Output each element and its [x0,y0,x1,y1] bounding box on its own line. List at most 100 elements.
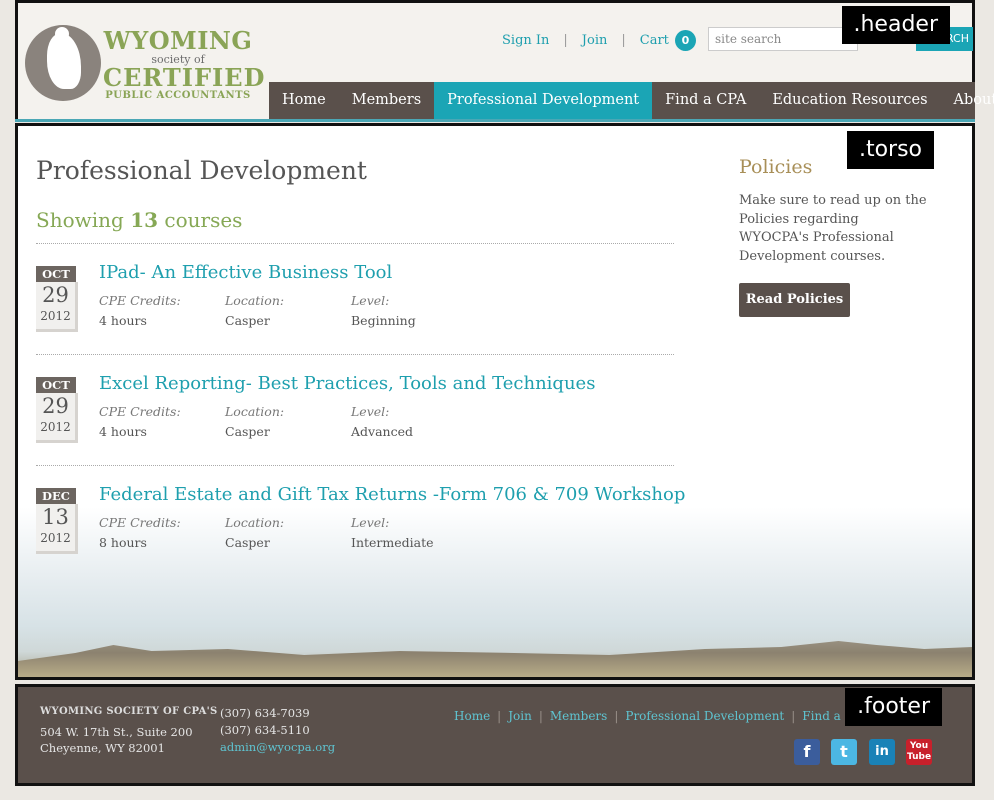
cpe-credits-label: CPE Credits: [99,515,181,530]
cpe-credits-label: CPE Credits: [99,293,181,308]
join-link[interactable]: Join [582,33,608,48]
date-month: OCT [36,266,76,282]
location-label: Location: [225,404,285,419]
logo-line-4: PUBLIC ACCOUNTANTS [105,90,251,101]
separator: | [621,33,626,48]
date-day: 13 [42,505,69,529]
address-line-1: 504 W. 17th St., Suite 200 [40,725,193,739]
footer-label-tag: .footer [845,688,942,726]
youtube-icon[interactable]: You Tube [906,739,932,765]
footer: WYOMING SOCIETY OF CPA'S 504 W. 17th St.… [15,684,975,786]
mountains-image [18,641,972,677]
level-label: Level: [351,404,390,419]
nav-members[interactable]: Members [339,82,434,119]
separator: | [497,709,502,723]
nav-home[interactable]: Home [269,82,339,119]
course-item: OCT 29 2012 Excel Reporting- Best Practi… [36,373,676,457]
email-link[interactable]: admin@wyocpa.org [220,739,335,756]
showing-count: 13 [130,208,159,232]
separator: | [563,33,568,48]
level-value: Advanced [351,424,413,439]
bucking-horse-logo-icon [25,25,101,101]
location-value: Casper [225,424,270,439]
read-policies-button[interactable]: Read Policies [739,283,850,317]
utility-links: Sign In | Join | Cart 0 [502,30,696,51]
level-value: Intermediate [351,535,434,550]
facebook-icon[interactable]: f [794,739,820,765]
cpe-credits: CPE Credits: 4 hours [99,402,219,442]
course-count: Showing 13 courses [36,208,242,232]
nav-professional-development[interactable]: Professional Development [434,82,653,119]
footer-contact: (307) 634-7039 (307) 634-5110 admin@wyoc… [220,705,335,756]
header: WYOMING society of CERTIFIED PUBLIC ACCO… [15,0,994,122]
showing-prefix: Showing [36,208,124,232]
site-logo[interactable]: WYOMING society of CERTIFIED PUBLIC ACCO… [21,18,266,110]
separator: | [538,709,543,723]
cart-link[interactable]: Cart [640,33,669,48]
divider [36,243,674,244]
cpe-credits-value: 8 hours [99,535,147,550]
main-nav: Home Members Professional Development Fi… [269,82,994,119]
policies-text: Make sure to read up on the Policies reg… [739,193,927,264]
course-title-link[interactable]: Excel Reporting- Best Practices, Tools a… [99,373,595,394]
course-title-link[interactable]: IPad- An Effective Business Tool [99,262,392,283]
course-item: DEC 13 2012 Federal Estate and Gift Tax … [36,484,685,568]
logo-line-3: CERTIFIED [103,63,266,92]
location: Location: Casper [225,402,345,442]
page-title: Professional Development [36,156,367,185]
nav-about[interactable]: About [941,82,994,119]
cpe-credits-value: 4 hours [99,424,147,439]
twitter-icon[interactable]: t [831,739,857,765]
footer-link-professional-development[interactable]: Professional Development [625,709,784,723]
location-label: Location: [225,515,285,530]
location: Location: Casper [225,291,345,331]
torso: Professional Development Showing 13 cour… [15,123,975,680]
address-line-2: Cheyenne, WY 82001 [40,741,165,755]
level-value: Beginning [351,313,416,328]
date-day: 29 [42,283,69,307]
course-title-link[interactable]: Federal Estate and Gift Tax Returns -For… [99,484,685,505]
location-label: Location: [225,293,285,308]
cpe-credits-label: CPE Credits: [99,404,181,419]
level-label: Level: [351,515,390,530]
date-year: 2012 [40,309,71,323]
cpe-credits-value: 4 hours [99,313,147,328]
location-value: Casper [225,535,270,550]
phone-2: (307) 634-5110 [220,723,310,737]
date-badge: OCT 29 2012 [36,266,80,332]
separator: | [791,709,796,723]
sign-in-link[interactable]: Sign In [502,33,549,48]
separator: | [614,709,619,723]
date-month: OCT [36,377,76,393]
nav-find-a-cpa[interactable]: Find a CPA [652,82,759,119]
search-input[interactable]: site search [708,27,858,51]
date-badge: DEC 13 2012 [36,488,80,554]
phone-1: (307) 634-7039 [220,706,310,720]
cpe-credits: CPE Credits: 4 hours [99,291,219,331]
date-month: DEC [36,488,76,504]
footer-link-members[interactable]: Members [550,709,607,723]
date-year: 2012 [40,420,71,434]
footer-link-join[interactable]: Join [508,709,532,723]
level: Level: Intermediate [351,513,471,553]
cart-count-badge[interactable]: 0 [674,30,696,51]
footer-nav: Home | Join | Members | Professional Dev… [454,709,869,723]
showing-suffix: courses [164,208,243,232]
nav-education-resources[interactable]: Education Resources [759,82,940,119]
level: Level: Advanced [351,402,471,442]
policies-heading: Policies [739,156,813,178]
footer-address: 504 W. 17th St., Suite 200 Cheyenne, WY … [40,724,193,756]
footer-org-name: WYOMING SOCIETY OF CPA'S [40,706,218,717]
header-divider [15,119,975,122]
linkedin-icon[interactable]: in [869,739,895,765]
location: Location: Casper [225,513,345,553]
date-day: 29 [42,394,69,418]
date-badge: OCT 29 2012 [36,377,80,443]
level: Level: Beginning [351,291,471,331]
location-value: Casper [225,313,270,328]
cpe-credits: CPE Credits: 8 hours [99,513,219,553]
divider [36,465,674,466]
level-label: Level: [351,293,390,308]
footer-link-home[interactable]: Home [454,709,490,723]
date-year: 2012 [40,531,71,545]
